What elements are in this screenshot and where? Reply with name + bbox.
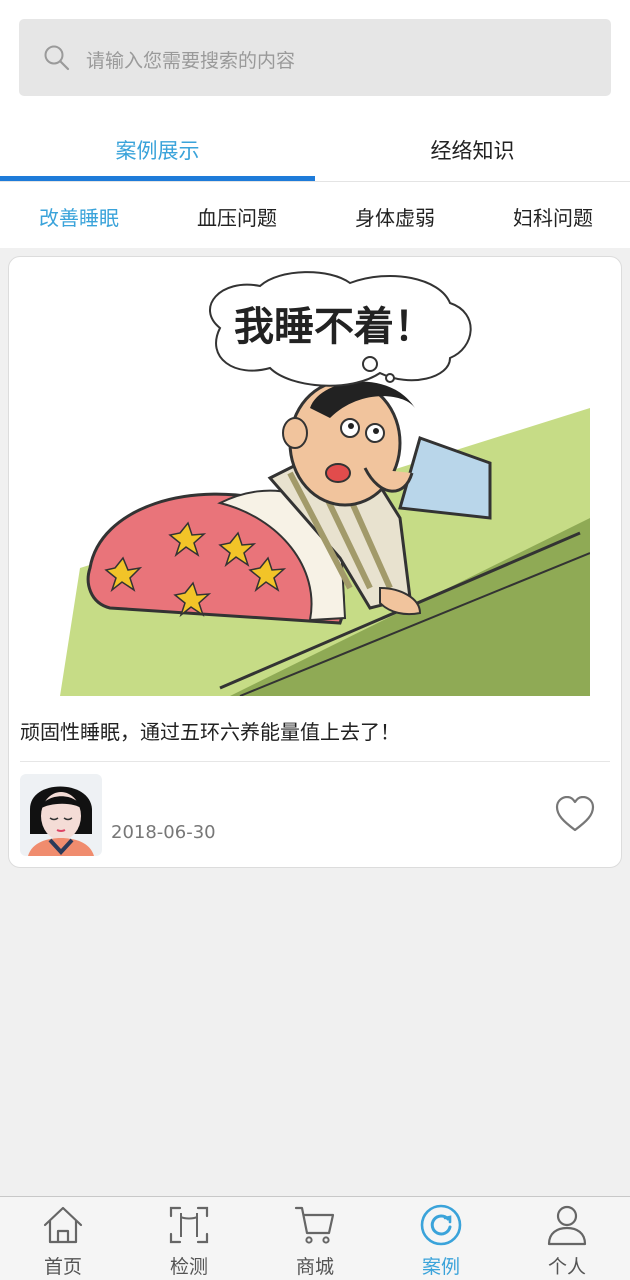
nav-cases-label: 案例: [421, 1256, 460, 1278]
nav-cases[interactable]: 案例: [378, 1197, 504, 1280]
nav-detect-label: 检测: [169, 1256, 208, 1278]
bottom-nav: 首页 检测 商城 案例 个人: [0, 1196, 630, 1280]
tab-case-showcase[interactable]: 案例展示: [0, 118, 315, 182]
avatar[interactable]: [20, 774, 102, 856]
tabs-divider: [0, 181, 630, 182]
nav-home-label: 首页: [43, 1256, 82, 1278]
subtab-blood-pressure[interactable]: 血压问题: [178, 185, 296, 247]
person-icon: [547, 1205, 587, 1246]
scan-icon: [169, 1206, 209, 1244]
main-tab-bar: 案例展示 经络知识: [0, 118, 630, 182]
search-input[interactable]: 请输入您需要搜索的内容: [86, 46, 295, 73]
subtab-weak-body[interactable]: 身体虚弱: [336, 185, 454, 247]
subtab-improve-sleep[interactable]: 改善睡眠: [20, 185, 138, 247]
tab-meridian-knowledge[interactable]: 经络知识: [315, 118, 630, 182]
category-tab-bar: 改善睡眠 血压问题 身体虚弱 妇科问题: [0, 185, 630, 247]
case-icon: [420, 1204, 462, 1246]
nav-profile[interactable]: 个人: [504, 1197, 630, 1280]
nav-detect[interactable]: 检测: [126, 1197, 252, 1280]
case-title[interactable]: 顽固性睡眠，通过五环六养能量值上去了！: [20, 716, 400, 745]
nav-mall-label: 商城: [295, 1256, 334, 1278]
cart-icon: [294, 1206, 335, 1244]
case-date: 2018-06-30: [111, 822, 216, 843]
case-image[interactable]: 我睡不着！: [20, 268, 590, 696]
card-divider: [20, 761, 610, 762]
nav-home[interactable]: 首页: [0, 1197, 126, 1280]
image-caption-text: 我睡不着！: [234, 304, 434, 350]
nav-profile-label: 个人: [547, 1256, 586, 1278]
home-icon: [43, 1206, 83, 1244]
search-icon[interactable]: [43, 44, 71, 72]
heart-icon[interactable]: [555, 796, 595, 834]
nav-mall[interactable]: 商城: [252, 1197, 378, 1280]
subtab-gynecology[interactable]: 妇科问题: [494, 185, 612, 247]
